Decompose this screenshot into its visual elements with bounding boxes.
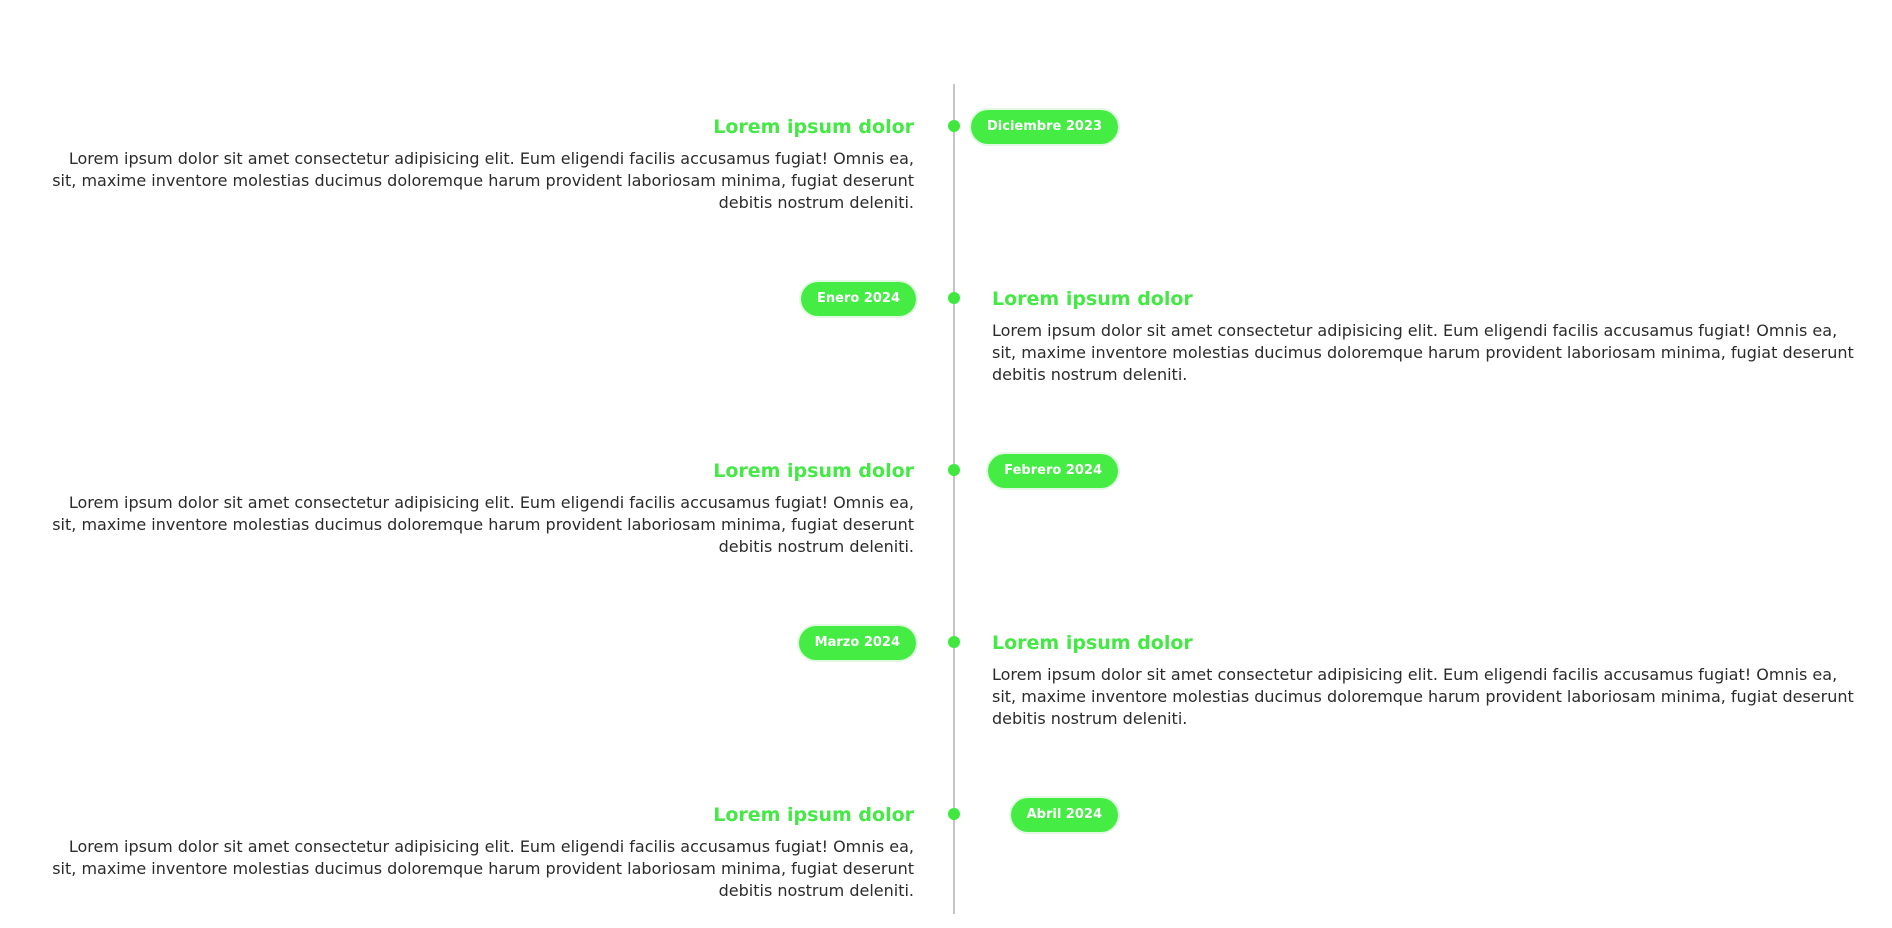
event-content: Lorem ipsum dolor Lorem ipsum dolor sit …	[992, 630, 1860, 730]
timeline-event: Marzo 2024 Lorem ipsum dolor Lorem ipsum…	[0, 606, 1892, 756]
timeline-dot	[948, 464, 960, 476]
timeline-dot	[948, 808, 960, 820]
timeline-dot	[948, 120, 960, 132]
timeline-event: Lorem ipsum dolor Lorem ipsum dolor sit …	[0, 434, 1892, 584]
event-title: Lorem ipsum dolor	[713, 460, 914, 482]
event-content: Lorem ipsum dolor Lorem ipsum dolor sit …	[992, 286, 1860, 386]
event-content: Lorem ipsum dolor Lorem ipsum dolor sit …	[46, 458, 914, 558]
event-description: Lorem ipsum dolor sit amet consectetur a…	[992, 665, 1854, 728]
event-title: Lorem ipsum dolor	[713, 116, 914, 138]
event-date-badge: Marzo 2024	[798, 626, 916, 660]
event-title: Lorem ipsum dolor	[992, 288, 1193, 310]
timeline-event: Lorem ipsum dolor Lorem ipsum dolor sit …	[0, 90, 1892, 240]
timeline-event: Enero 2024 Lorem ipsum dolor Lorem ipsum…	[0, 262, 1892, 412]
timeline-event: Lorem ipsum dolor Lorem ipsum dolor sit …	[0, 778, 1892, 928]
timeline-dot	[948, 292, 960, 304]
event-description: Lorem ipsum dolor sit amet consectetur a…	[52, 493, 914, 556]
event-date-badge: Abril 2024	[1010, 798, 1118, 832]
event-content: Lorem ipsum dolor Lorem ipsum dolor sit …	[46, 114, 914, 214]
event-date-badge: Diciembre 2023	[970, 110, 1118, 144]
event-description: Lorem ipsum dolor sit amet consectetur a…	[52, 149, 914, 212]
timeline: Lorem ipsum dolor Lorem ipsum dolor sit …	[0, 0, 1892, 914]
event-description: Lorem ipsum dolor sit amet consectetur a…	[52, 837, 914, 900]
event-title: Lorem ipsum dolor	[713, 804, 914, 826]
event-title: Lorem ipsum dolor	[992, 632, 1193, 654]
event-date-badge: Febrero 2024	[988, 454, 1118, 488]
event-content: Lorem ipsum dolor Lorem ipsum dolor sit …	[46, 802, 914, 902]
timeline-dot	[948, 636, 960, 648]
event-description: Lorem ipsum dolor sit amet consectetur a…	[992, 321, 1854, 384]
event-date-badge: Enero 2024	[800, 282, 916, 316]
